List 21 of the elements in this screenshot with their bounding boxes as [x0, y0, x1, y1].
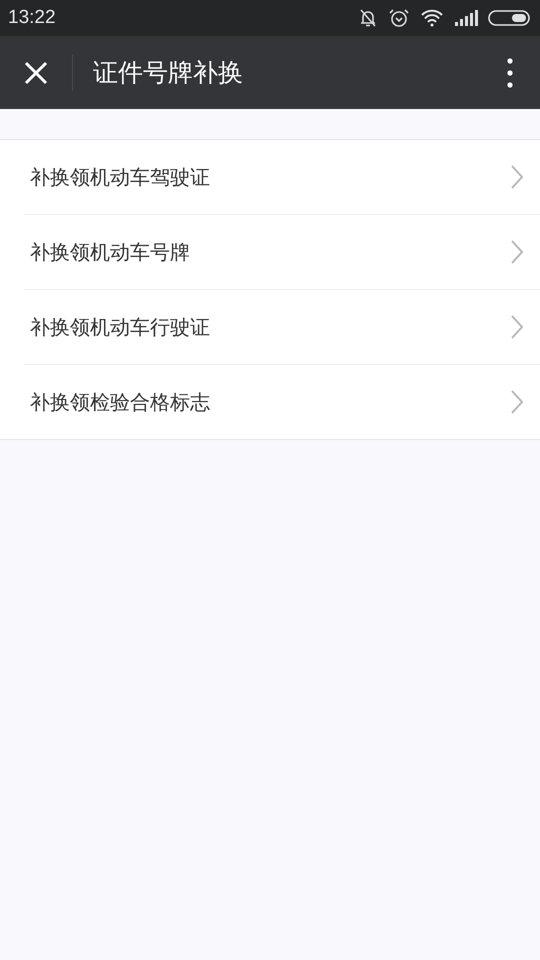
alarm-clock-icon	[388, 7, 410, 29]
chevron-right-icon	[510, 164, 524, 190]
menu-item-label: 补换领检验合格标志	[30, 388, 210, 416]
battery-icon	[488, 10, 530, 26]
chevron-right-icon	[510, 239, 524, 265]
bell-off-icon	[358, 8, 378, 28]
menu-item-label: 补换领机动车号牌	[30, 238, 190, 266]
wifi-icon	[420, 9, 444, 27]
menu-item[interactable]: 补换领机动车驾驶证	[24, 140, 540, 214]
menu-item[interactable]: 补换领机动车行驶证	[24, 289, 540, 364]
menu-item-label: 补换领机动车驾驶证	[30, 164, 210, 190]
close-icon	[23, 60, 49, 86]
menu-item[interactable]: 补换领机动车号牌	[24, 214, 540, 289]
page-title: 证件号牌补换	[93, 57, 244, 89]
chevron-right-icon	[510, 389, 524, 415]
status-time: 13:22	[8, 7, 56, 29]
more-icon	[507, 58, 513, 88]
menu-item-label: 补换领机动车行驶证	[30, 314, 210, 340]
signal-icon	[454, 10, 478, 26]
menu-item[interactable]: 补换领检验合格标志	[24, 364, 540, 439]
chevron-right-icon	[510, 314, 524, 340]
